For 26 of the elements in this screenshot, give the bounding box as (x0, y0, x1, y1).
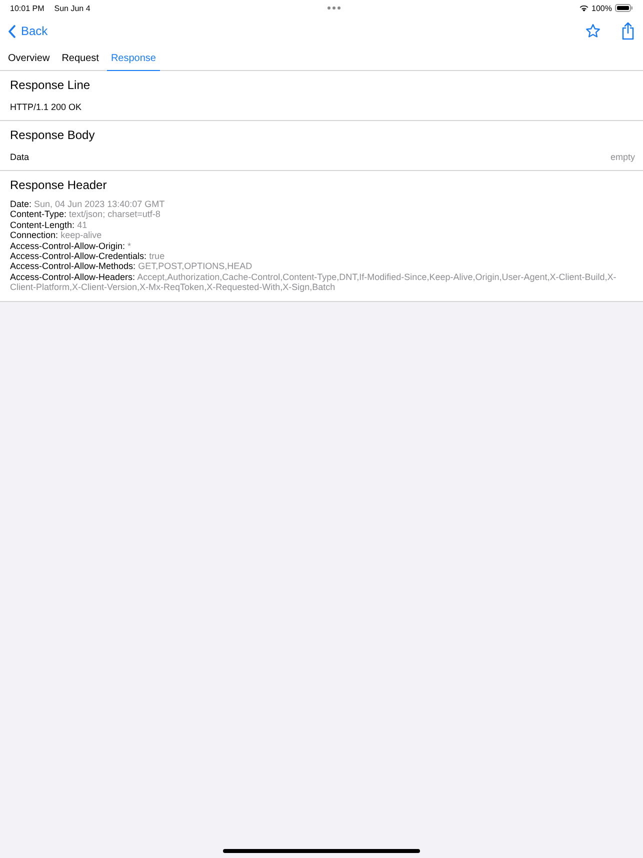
section-title: Response Header (10, 177, 108, 194)
battery-icon (615, 4, 633, 12)
body-label: Data (10, 152, 30, 162)
header-line: Access-Control-Allow-Headers: Accept,Authorization,Cache-Control,Content-Type,DNT,If-Modified-Since,Keep-Alive,Origin,User-Agent,X-Client-Build,X-Client-Platform,X-Client-Version,X-Mx-ReqToken,X-Requested-With,X-Sign,Batch (10, 272, 618, 293)
header-line: Access-Control-Allow-Origin: * (10, 240, 132, 252)
share-icon[interactable] (621, 22, 635, 40)
multitasking-dots-icon (327, 6, 342, 10)
section-title: Response Line (10, 77, 92, 94)
section-title: Response Body (10, 127, 96, 144)
header-line: Content-Length: 41 (10, 220, 88, 230)
status-line: HTTP/1.1 200 OK (10, 102, 82, 112)
tab[interactable]: Request (58, 50, 103, 71)
body-value: empty (610, 152, 635, 162)
star-icon[interactable] (585, 23, 601, 39)
wifi-icon (578, 4, 589, 12)
header-line: Connection: keep-alive (10, 230, 103, 241)
back-button[interactable]: Back (8, 24, 48, 38)
status-date: Sun Jun 4 (54, 4, 90, 12)
header-line: Content-Type: text/json; charset=utf-8 (10, 209, 162, 220)
battery-percent: 100% (592, 4, 612, 12)
header-line: Access-Control-Allow-Credentials: true (10, 251, 166, 262)
chevron-left-icon (8, 24, 16, 38)
header-line: Date: Sun, 04 Jun 2023 13:40:07 GMT (10, 199, 166, 210)
header-line: Access-Control-Allow-Methods: GET,POST,OPTIONS,HEAD (10, 261, 254, 272)
status-time: 10:01 PM (10, 4, 44, 12)
tab[interactable]: Overview (4, 50, 54, 71)
